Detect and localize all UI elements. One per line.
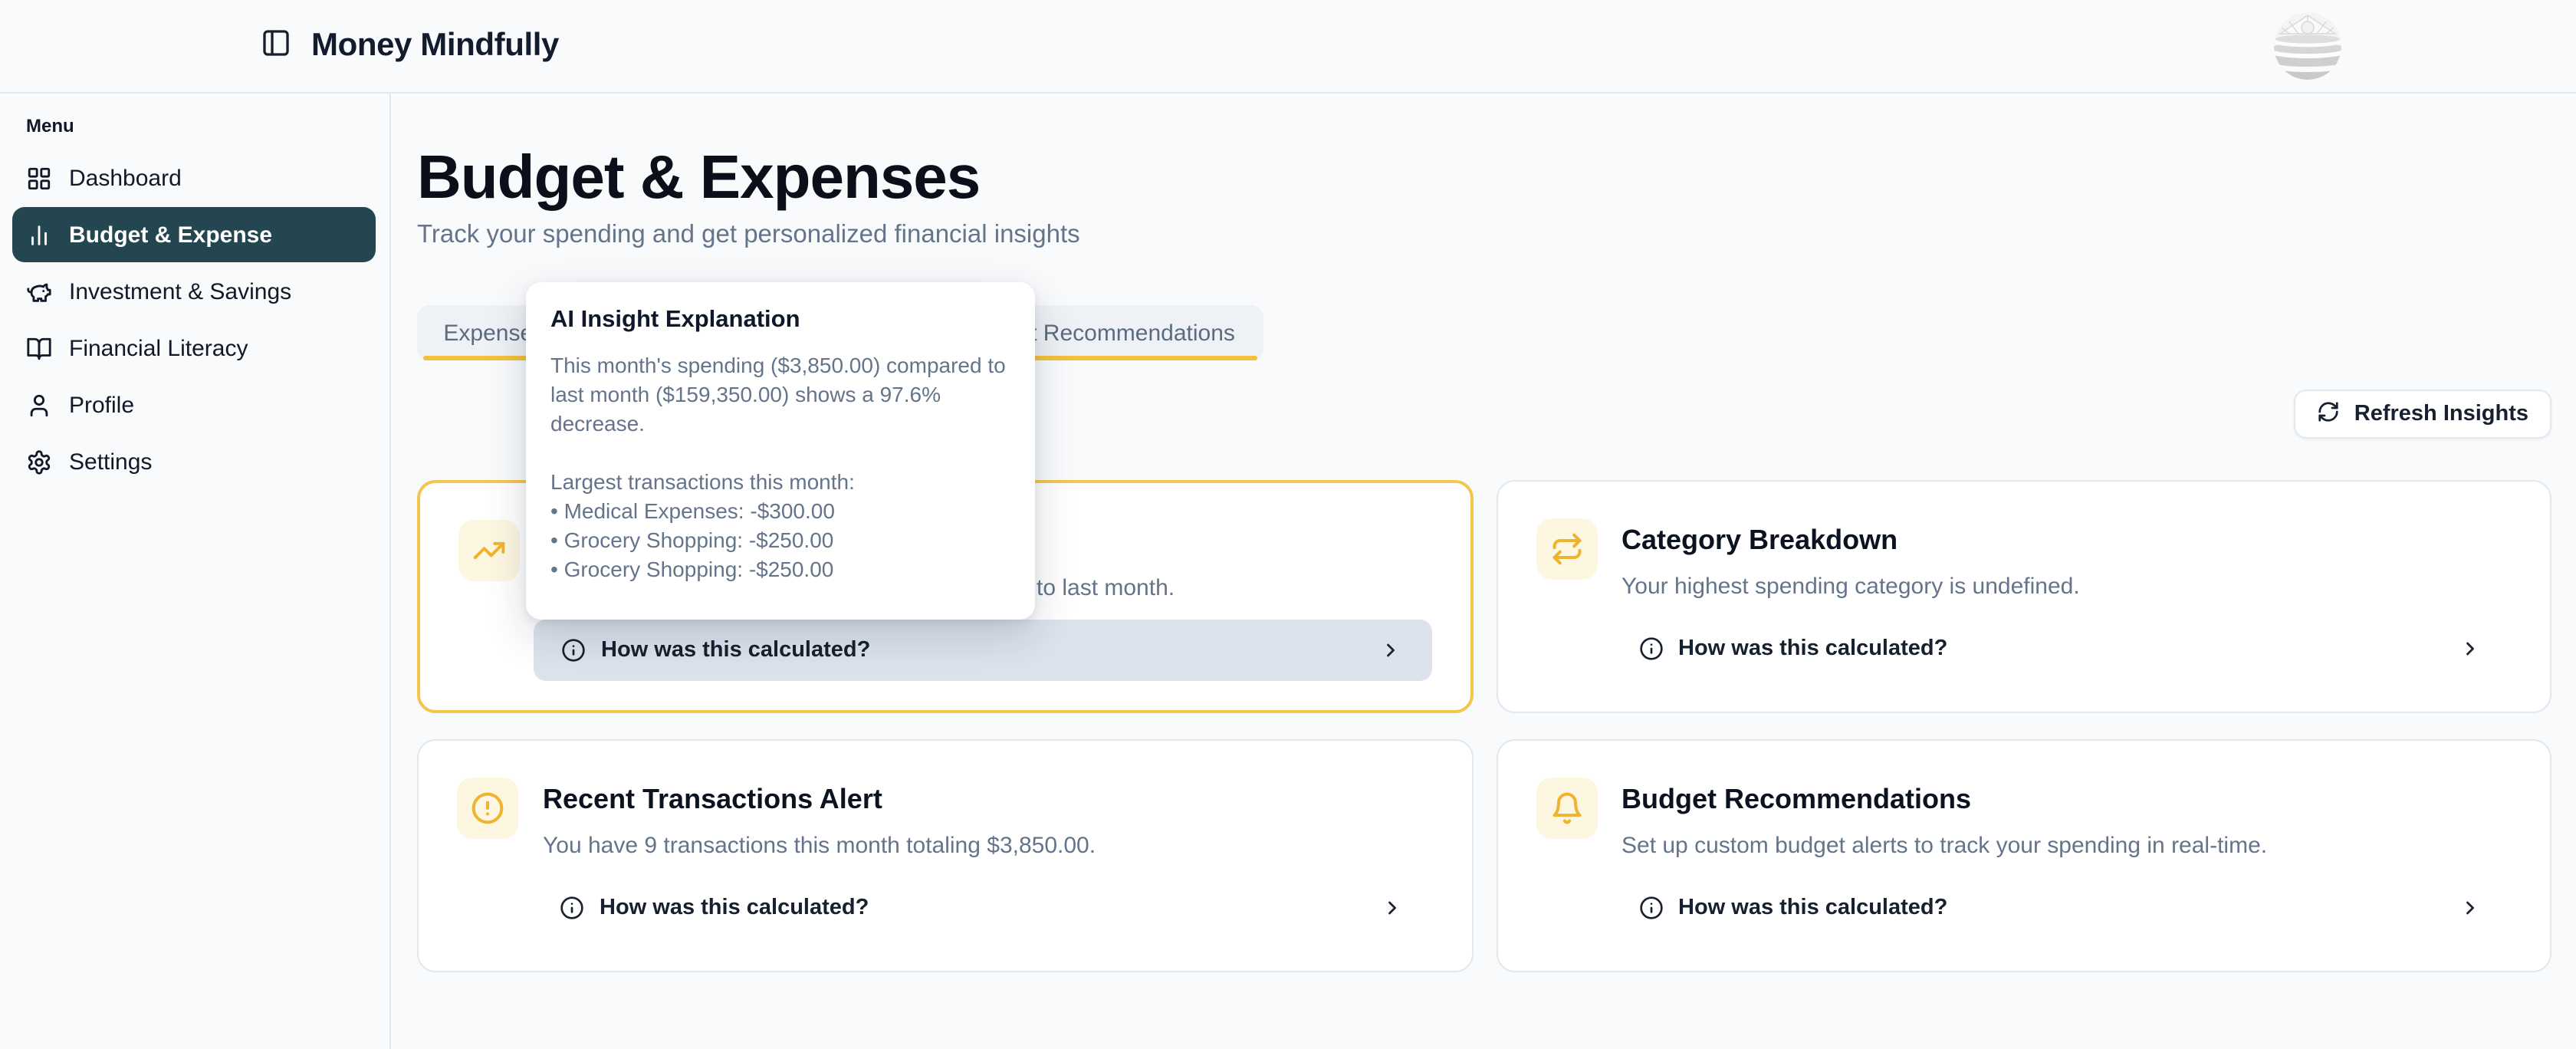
card-title: Budget Recommendations xyxy=(1622,782,2512,816)
panel-left-icon xyxy=(261,28,291,66)
sidebar-item-label: Financial Literacy xyxy=(69,335,248,361)
refresh-insights-button[interactable]: Refresh Insights xyxy=(2295,390,2551,439)
sidebar-item-label: Settings xyxy=(69,449,152,475)
sidebar-section-label: Menu xyxy=(26,115,389,136)
card-budget-recommendations: Budget Recommendations Set up custom bud… xyxy=(1496,739,2551,972)
how-calculated-button[interactable]: How was this calculated? xyxy=(532,877,1433,939)
sidebar-item-profile[interactable]: Profile xyxy=(12,377,376,432)
sidebar-toggle-button[interactable] xyxy=(258,28,294,64)
chevron-right-icon xyxy=(2459,638,2481,659)
card-category-breakdown: Category Breakdown Your highest spending… xyxy=(1496,480,2551,713)
sidebar-item-dashboard[interactable]: Dashboard xyxy=(12,150,376,206)
info-icon xyxy=(1638,896,1663,920)
user-icon xyxy=(26,392,52,418)
how-calculated-button[interactable]: How was this calculated? xyxy=(534,620,1431,681)
sidebar-item-budget-expense[interactable]: Budget & Expense xyxy=(12,207,376,262)
repeat-icon xyxy=(1536,518,1597,580)
sidebar-nav: Dashboard Budget & Expense Investment & … xyxy=(0,150,389,489)
refresh-insights-label: Refresh Insights xyxy=(2354,402,2528,426)
how-calculated-label: How was this calculated? xyxy=(1678,896,1947,920)
info-icon xyxy=(560,896,584,920)
card-description: Set up custom budget alerts to track you… xyxy=(1622,831,2512,860)
card-title: Recent Transactions Alert xyxy=(543,782,1433,816)
sidebar-item-label: Profile xyxy=(69,392,134,418)
app-title: Money Mindfully xyxy=(311,28,559,64)
how-calculated-button[interactable]: How was this calculated? xyxy=(1611,618,2512,679)
how-calculated-label: How was this calculated? xyxy=(601,638,870,663)
trending-up-icon xyxy=(458,520,520,581)
card-description: Your highest spending category is undefi… xyxy=(1622,572,2512,601)
how-calculated-button[interactable]: How was this calculated? xyxy=(1611,877,2512,939)
card-title: Category Breakdown xyxy=(1622,523,2512,557)
top-header: Money Mindfully xyxy=(0,0,2576,94)
how-calculated-label: How was this calculated? xyxy=(1678,636,1947,661)
avatar-image xyxy=(2274,12,2341,80)
info-icon xyxy=(561,638,586,663)
how-calculated-label: How was this calculated? xyxy=(600,896,869,920)
sidebar-item-settings[interactable]: Settings xyxy=(12,434,376,489)
gear-icon xyxy=(26,449,52,475)
piggy-bank-icon xyxy=(26,278,52,304)
sidebar-item-financial-literacy[interactable]: Financial Literacy xyxy=(12,321,376,376)
layout-grid-icon xyxy=(26,165,52,191)
chevron-right-icon xyxy=(1381,897,1402,919)
card-recent-transactions-alert: Recent Transactions Alert You have 9 tra… xyxy=(417,739,1473,972)
card-description: You have 9 transactions this month total… xyxy=(543,831,1433,860)
popover-body: This month's spending ($3,850.00) compar… xyxy=(550,351,1010,584)
popover-title: AI Insight Explanation xyxy=(550,307,1010,334)
page-title: Budget & Expenses xyxy=(417,144,2551,212)
sidebar: Menu Dashboard Budget & Expense xyxy=(0,94,391,1049)
page-subtitle: Track your spending and get personalized… xyxy=(417,218,2551,252)
chevron-right-icon xyxy=(2459,897,2481,919)
refresh-icon xyxy=(2318,400,2341,429)
ai-insight-popover: AI Insight Explanation This month's spen… xyxy=(526,282,1035,620)
sidebar-item-label: Dashboard xyxy=(69,165,182,191)
alert-circle-icon xyxy=(457,778,518,839)
app-window: Money Mindfully xyxy=(0,0,2576,1049)
sidebar-item-investment-savings[interactable]: Investment & Savings xyxy=(12,264,376,319)
chevron-right-icon xyxy=(1379,640,1401,661)
bar-chart-icon xyxy=(26,222,52,248)
sidebar-item-label: Investment & Savings xyxy=(69,278,291,304)
book-open-icon xyxy=(26,335,52,361)
avatar[interactable] xyxy=(2274,12,2341,80)
info-icon xyxy=(1638,636,1663,661)
sidebar-item-label: Budget & Expense xyxy=(69,222,272,248)
bell-icon xyxy=(1536,778,1597,839)
